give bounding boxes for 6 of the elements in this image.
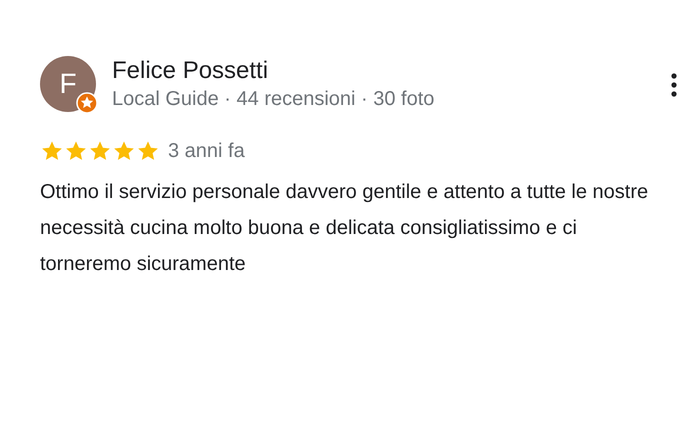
avatar-letter: F	[59, 67, 77, 101]
local-guide-badge-icon	[76, 92, 98, 114]
author-name[interactable]: Felice Possetti	[112, 56, 668, 86]
author-meta: Local Guide · 44 recensioni · 30 foto	[112, 87, 436, 112]
review-time: 3 anni fa	[168, 139, 245, 164]
review-text: Ottimo il servizio personale davvero gentile e attento a tutte le nostre necessità cucina molto buona e delicata consigliatissimo e ci torneremo sicuramente	[40, 180, 650, 277]
